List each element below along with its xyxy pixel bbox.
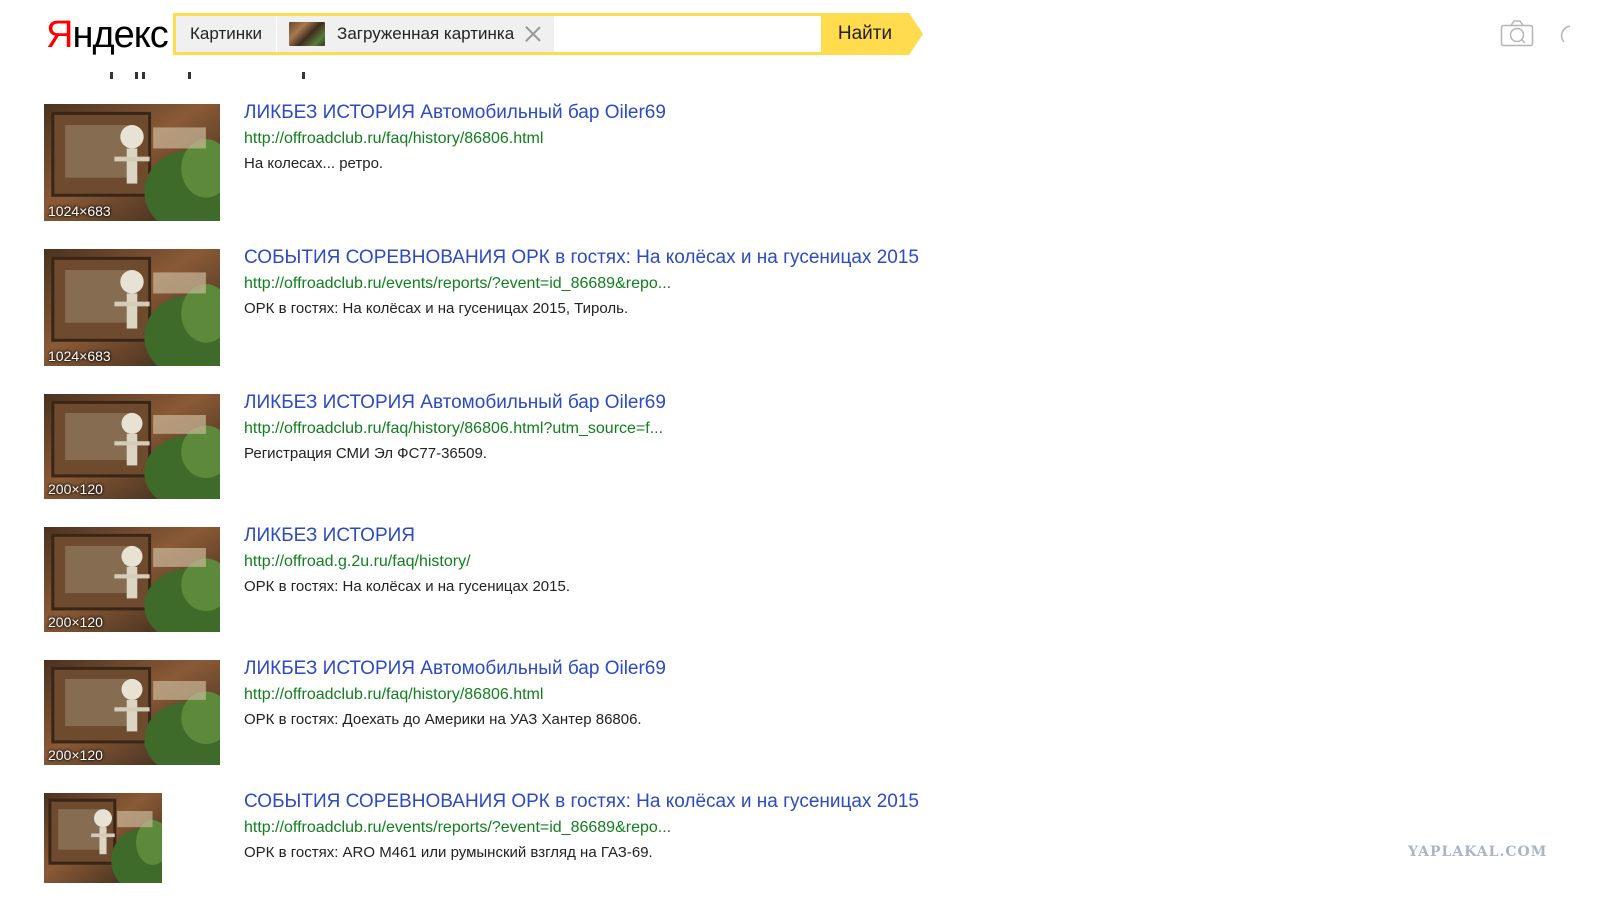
result-title-link[interactable]: ЛИКБЕЗ ИСТОРИЯ — [244, 525, 415, 547]
result-title-link[interactable]: СОБЫТИЯ СОРЕВНОВАНИЯ ОРК в гостях: На ко… — [244, 247, 919, 269]
image-size-label: 200×120 — [48, 747, 103, 763]
image-size-label: 200×120 — [48, 614, 103, 630]
close-icon[interactable] — [524, 25, 542, 43]
clipped-text-line — [40, 63, 340, 79]
result-url-link[interactable]: http://offroadclub.ru/faq/history/86806.… — [244, 420, 663, 438]
result-item: 200×120 ЛИКБЕЗ ИСТОРИЯ Автомобильный бар… — [44, 392, 944, 514]
result-item: 200×120 ЛИКБЕЗ ИСТОРИЯ Автомобильный бар… — [44, 658, 944, 780]
uploaded-image-tag[interactable]: Загруженная картинка — [277, 16, 555, 52]
logo-rest: ндекс — [72, 14, 168, 56]
result-thumbnail[interactable] — [44, 793, 162, 883]
result-snippet: ОРК в гостях: Доехать до Америки на УАЗ … — [244, 711, 642, 728]
watermark: YAPLAKAL.COM — [1408, 844, 1548, 860]
result-snippet: ОРК в гостях: ARO M461 или румынский взг… — [244, 844, 653, 861]
thumbnail-scene — [44, 793, 162, 883]
image-size-label: 200×120 — [48, 481, 103, 497]
result-snippet: ОРК в гостях: На колёсах и на гусеницах … — [244, 578, 571, 595]
section-tag[interactable]: Картинки — [176, 16, 278, 52]
result-title-link[interactable]: СОБЫТИЯ СОРЕВНОВАНИЯ ОРК в гостях: На ко… — [244, 791, 919, 813]
result-thumbnail[interactable]: 200×120 — [44, 394, 220, 499]
result-thumbnail[interactable]: 1024×683 — [44, 104, 220, 221]
result-url-link[interactable]: http://offroadclub.ru/events/reports/?ev… — [244, 819, 671, 837]
section-tag-label: Картинки — [190, 24, 263, 43]
result-url-link[interactable]: http://offroadclub.ru/faq/history/86806.… — [244, 130, 543, 148]
result-url-link[interactable]: http://offroadclub.ru/events/reports/?ev… — [244, 275, 671, 293]
result-url-link[interactable]: http://offroad.g.2u.ru/faq/history/ — [244, 553, 471, 571]
find-button[interactable]: Найти — [821, 13, 909, 55]
result-item: 200×120 ЛИКБЕЗ ИСТОРИЯ http://offroad.g.… — [44, 525, 944, 647]
search-bar[interactable]: Картинки Загруженная картинка — [173, 13, 821, 55]
result-snippet: ОРК в гостях: На колёсах и на гусеницах … — [244, 300, 629, 317]
result-thumbnail[interactable]: 200×120 — [44, 660, 220, 765]
image-size-label: 1024×683 — [48, 348, 111, 364]
result-title-link[interactable]: ЛИКБЕЗ ИСТОРИЯ Автомобильный бар Oiler69 — [244, 102, 666, 124]
result-item: СОБЫТИЯ СОРЕВНОВАНИЯ ОРК в гостях: На ко… — [44, 791, 944, 900]
result-title-link[interactable]: ЛИКБЕЗ ИСТОРИЯ Автомобильный бар Oiler69 — [244, 392, 666, 414]
camera-icon[interactable] — [1500, 19, 1534, 47]
result-thumbnail[interactable]: 200×120 — [44, 527, 220, 632]
result-title-link[interactable]: ЛИКБЕЗ ИСТОРИЯ Автомобильный бар Oiler69 — [244, 658, 666, 680]
result-url-link[interactable]: http://offroadclub.ru/faq/history/86806.… — [244, 686, 543, 704]
result-thumbnail[interactable]: 1024×683 — [44, 249, 220, 366]
result-snippet: Регистрация СМИ Эл ФС77-36509. — [244, 445, 487, 462]
result-item: 1024×683 ЛИКБЕЗ ИСТОРИЯ Автомобильный ба… — [44, 102, 944, 224]
cut-off-icon[interactable] — [1556, 22, 1576, 46]
uploaded-image-thumbnail — [289, 22, 326, 46]
yandex-logo[interactable]: Яндекс — [46, 13, 169, 57]
uploaded-image-label: Загруженная картинка — [337, 24, 515, 43]
logo-letter-ya: Я — [46, 14, 73, 56]
result-item: 1024×683 СОБЫТИЯ СОРЕВНОВАНИЯ ОРК в гост… — [44, 247, 944, 369]
image-size-label: 1024×683 — [48, 203, 111, 219]
result-snippet: На колесах... ретро. — [244, 155, 384, 172]
find-button-arrow — [909, 13, 923, 55]
search-input[interactable] — [554, 16, 821, 52]
